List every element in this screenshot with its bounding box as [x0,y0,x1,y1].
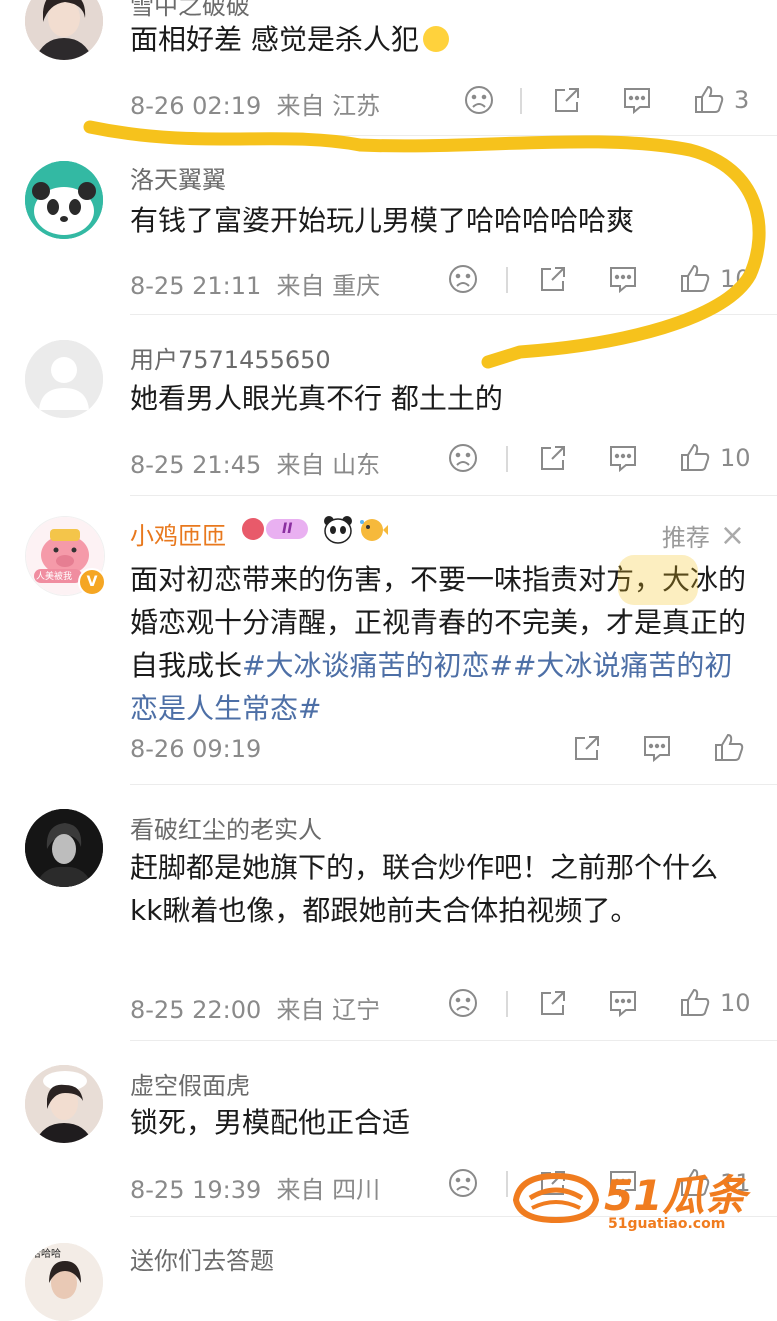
share-button[interactable] [536,262,570,296]
sad-face-icon [449,444,477,472]
share-icon [541,991,565,1015]
pufferfish-badge-icon [358,516,388,544]
thumbs-up-icon [695,85,724,113]
sad-face-icon [449,1169,477,1197]
username[interactable]: 送你们去答题 [130,1241,274,1276]
like-count: 10 [720,265,751,293]
comment-meta: 8-26 02:19 来自 江苏 [130,92,381,120]
like-button[interactable]: 10 [678,262,751,296]
comment-item: 用户7571455650 她看男人眼光真不行 都土土的 8-25 21:45 来… [0,315,777,495]
close-icon[interactable]: × [720,518,745,553]
thumbs-up-icon [681,264,710,292]
comment-item: 人美被我 V 小鸡匝匝 II 推荐 × 面对初恋带来的伤害，不要一味指责对方，大冰… [0,496,777,784]
comment-bubble-icon [610,446,636,473]
share-icon [555,88,579,112]
like-button[interactable]: 3 [692,83,749,117]
share-button[interactable] [550,83,584,117]
comment-meta: 8-25 21:45 来自 山东 [130,451,381,479]
sad-face-icon [465,86,493,114]
laughing-emoji-icon [422,26,449,52]
sad-face-icon [449,265,477,293]
thumbs-up-icon [681,988,710,1016]
share-icon [575,736,599,760]
share-icon [541,446,565,470]
sticker-overlay [618,555,698,605]
avatar[interactable] [25,161,103,239]
watermark-logo-icon [512,1172,600,1224]
comment-bubble-icon [624,88,650,115]
thumbs-up-icon [715,733,744,761]
divider [506,267,508,293]
reply-button[interactable] [606,262,640,296]
comment-text: 面相好差 感觉是杀人犯 [130,18,747,61]
like-button[interactable] [712,731,746,765]
watermark-brand: 51瓜条 [604,1171,747,1220]
reply-button[interactable] [606,441,640,475]
divider [520,88,522,114]
avatar[interactable] [25,1065,103,1143]
comment-meta: 8-25 19:39 来自 四川 [130,1176,381,1204]
verified-badge-icon: V [78,568,106,596]
member-level-badge: II [242,518,309,540]
comment-item: 雪中之破破 面相好差 感觉是杀人犯 8-26 02:19 来自 江苏 3 [0,0,777,135]
comment-text: 锁死，男模配他正合适 [130,1106,411,1139]
like-count: 10 [720,989,751,1017]
sad-face-icon [449,989,477,1017]
like-count: 10 [720,444,751,472]
hashtag-link[interactable]: #大冰谈痛苦的初恋# [242,649,513,682]
watermark: 51瓜条 51guatiao.com [510,1162,768,1238]
divider [506,446,508,472]
avatar-caption: 哈哈哈 [31,1249,61,1260]
comment-text: 有钱了富婆开始玩儿男模了哈哈哈哈哈爽 [130,204,635,237]
level-badge: II [266,519,309,539]
avatar[interactable] [25,0,103,60]
like-button[interactable]: 10 [678,986,751,1020]
avatar[interactable]: 哈哈哈 [25,1243,103,1321]
username[interactable]: 小鸡匝匝 [130,516,226,551]
divider [506,991,508,1017]
reply-button[interactable] [640,731,674,765]
avatar[interactable] [25,340,103,418]
thumbs-up-icon [681,443,710,471]
share-icon [541,267,565,291]
comment-text: 她看男人眼光真不行 都土土的 [130,382,503,415]
comment-bubble-icon [610,267,636,294]
like-count: 3 [734,86,750,114]
recommend-label[interactable]: 推荐 × [662,518,745,553]
avatar[interactable] [25,809,103,887]
watermark-url: 51guatiao.com [608,1216,726,1232]
comment-meta: 8-25 21:11 来自 重庆 [130,272,381,300]
like-button[interactable]: 10 [678,441,751,475]
reply-button[interactable] [606,986,640,1020]
dislike-button[interactable] [446,441,480,475]
share-button[interactable] [536,441,570,475]
share-button[interactable] [570,731,604,765]
avatar-caption: 人美被我 [36,572,73,582]
reply-button[interactable] [620,83,654,117]
comment-bubble-icon [610,991,636,1018]
dislike-button[interactable] [446,1166,480,1200]
divider [506,1171,508,1197]
dislike-button[interactable] [446,262,480,296]
comment-item: 看破红尘的老实人 赶脚都是她旗下的，联合炒作吧！之前那个什么kk瞅着也像，都跟她… [0,785,777,1040]
comment-meta: 8-25 22:00 来自 辽宁 [130,996,381,1024]
username[interactable]: 用户7571455650 [130,340,331,375]
share-button[interactable] [536,986,570,1020]
cherry-icon [242,518,264,540]
dislike-button[interactable] [462,83,496,117]
comment-meta: 8-26 09:19 [130,735,262,763]
username[interactable]: 洛天翼翼 [130,160,226,195]
panda-badge-icon [322,514,354,544]
username[interactable]: 看破红尘的老实人 [130,810,322,845]
username[interactable]: 虚空假面虎 [130,1066,250,1101]
comment-text: 赶脚都是她旗下的，联合炒作吧！之前那个什么kk瞅着也像，都跟她前夫合体拍视频了。 [130,851,719,927]
comment-bubble-icon [644,736,670,763]
dislike-button[interactable] [446,986,480,1020]
comment-item: 洛天翼翼 有钱了富婆开始玩儿男模了哈哈哈哈哈爽 8-25 21:11 来自 重庆… [0,136,777,314]
